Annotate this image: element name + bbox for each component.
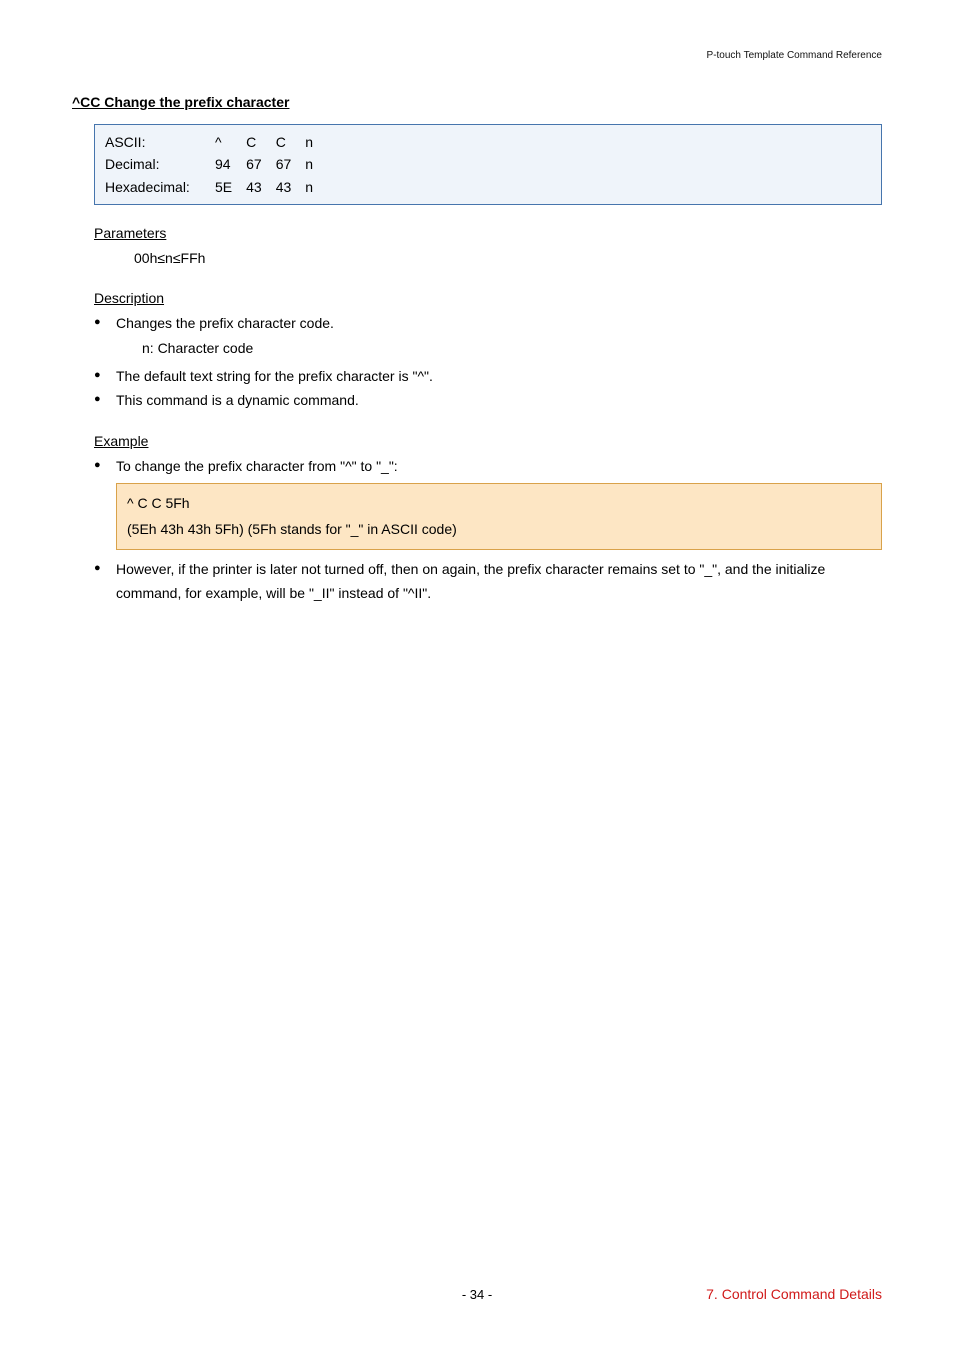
- section-title: ^CC Change the prefix character: [72, 94, 882, 110]
- cell: 43: [246, 176, 276, 198]
- description-heading: Description: [94, 290, 882, 306]
- cell: 43: [276, 176, 306, 198]
- list-item: This command is a dynamic command.: [94, 389, 882, 413]
- example-heading: Example: [94, 433, 882, 449]
- list-item: The default text string for the prefix c…: [94, 365, 882, 389]
- cell: C: [246, 131, 276, 153]
- row-label: Decimal:: [105, 153, 215, 175]
- row-label: Hexadecimal:: [105, 176, 215, 198]
- cell: C: [276, 131, 306, 153]
- example-after: However, if the printer is later not tur…: [116, 561, 825, 601]
- example-box: ^ C C 5Fh (5Eh 43h 43h 5Fh) (5Fh stands …: [116, 483, 882, 550]
- bullet-text: This command is a dynamic command.: [116, 392, 359, 408]
- parameters-line: 00h≤n≤FFh: [134, 247, 882, 269]
- description-list: Changes the prefix character code. n: Ch…: [94, 312, 882, 413]
- footer-right: 7. Control Command Details: [706, 1286, 882, 1302]
- page-content: ^CC Change the prefix character ASCII: ^…: [0, 0, 954, 645]
- list-item: To change the prefix character from "^" …: [94, 455, 882, 479]
- example-line-2: (5Eh 43h 43h 5Fh) (5Fh stands for "_" in…: [127, 516, 871, 543]
- cell: 67: [276, 153, 306, 175]
- bullet-sub: n: Character code: [142, 337, 882, 361]
- code-table: ASCII: ^ C C n Decimal: 94 67 67 n Hexad…: [94, 124, 882, 205]
- cell: ^: [215, 131, 246, 153]
- header-right: P-touch Template Command Reference: [707, 50, 882, 61]
- table-row: ASCII: ^ C C n: [105, 131, 327, 153]
- cell: 5E: [215, 176, 246, 198]
- bullet-text: The default text string for the prefix c…: [116, 368, 433, 384]
- example-lead: To change the prefix character from "^" …: [116, 458, 398, 474]
- table-row: Decimal: 94 67 67 n: [105, 153, 327, 175]
- cell: n: [305, 131, 327, 153]
- example-line-1: ^ C C 5Fh: [127, 490, 871, 517]
- example-list: To change the prefix character from "^" …: [94, 455, 882, 479]
- parameters-heading: Parameters: [94, 225, 882, 241]
- cell: n: [305, 153, 327, 175]
- list-item: However, if the printer is later not tur…: [94, 558, 882, 606]
- example-after-list: However, if the printer is later not tur…: [94, 558, 882, 606]
- cell: n: [305, 176, 327, 198]
- table-row: Hexadecimal: 5E 43 43 n: [105, 176, 327, 198]
- list-item: Changes the prefix character code. n: Ch…: [94, 312, 882, 362]
- bullet-text: Changes the prefix character code.: [116, 315, 334, 331]
- row-label: ASCII:: [105, 131, 215, 153]
- cell: 67: [246, 153, 276, 175]
- cell: 94: [215, 153, 246, 175]
